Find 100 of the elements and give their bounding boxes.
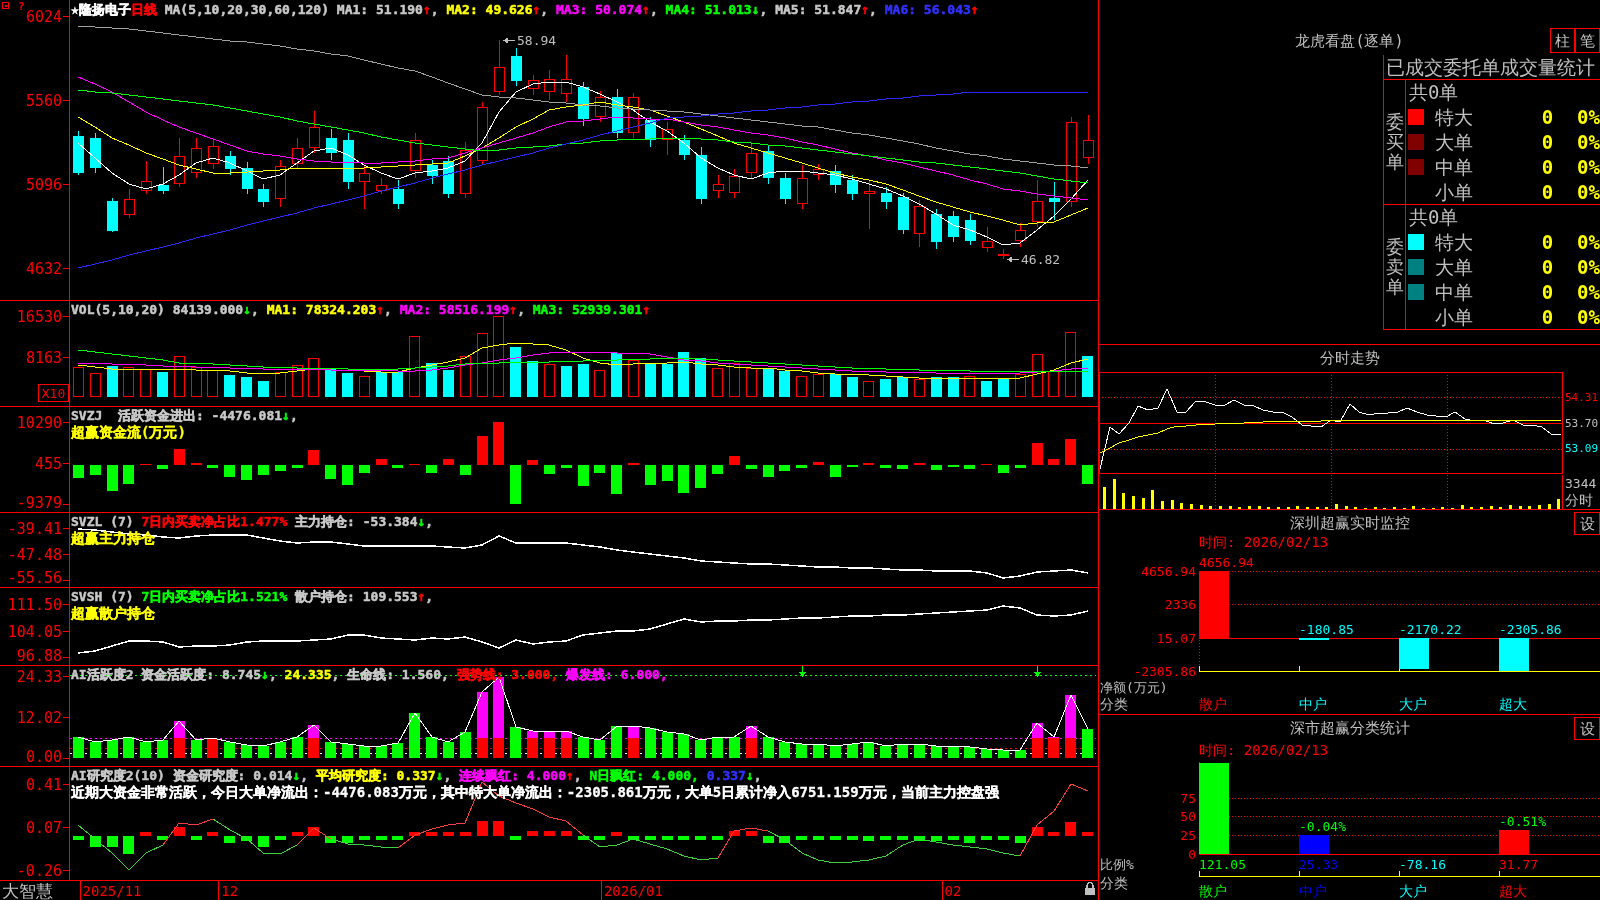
candlestick [427,159,438,185]
order-count: 0 [1541,305,1554,328]
indicator-bar [275,465,286,471]
order-percent: 0% [1577,255,1600,278]
timestamp: 时间: 2026/02/13 [1199,742,1329,758]
candlestick [881,186,892,210]
indicator-legend: SVSH (7) 7日内买卖净占比1.521% 散户持仓: 109.553↑, [71,589,434,604]
axis-label: 455 [34,454,62,473]
indicator-bar [1065,439,1076,465]
row-label: 大单 [1435,255,1473,278]
candlestick [998,248,1009,260]
candlestick [544,69,555,101]
axis-label: 2025/11 [82,882,142,899]
category-label: 中户 [1299,883,1327,899]
indicator-bar [1032,443,1043,465]
indicator-bar [510,465,521,504]
order-count: 0 [1541,130,1554,153]
indicator-bar [460,465,471,475]
order-percent: 0% [1577,155,1600,178]
help-mark: ? [18,0,25,13]
axis-label: 24.33 [16,667,62,686]
indicator-bar [594,465,605,473]
candlestick [645,116,656,148]
axis-label: -9379 [16,494,62,512]
indicator-bar [796,465,807,468]
group-label: 委卖单 [1385,237,1404,297]
indicator-bar [359,465,370,473]
axis-label: 5096 [25,175,62,194]
candlestick [780,172,791,205]
candlestick [393,179,404,210]
candlestick [292,137,303,170]
panel-title: 龙虎看盘(逐单) [1295,32,1404,50]
category-label: 散户 [1199,696,1227,712]
axis-label: 15.07 [1156,631,1196,646]
row-label: 小单 [1435,305,1473,328]
toggle-button[interactable]: 笔 [1575,28,1600,53]
axis-label: 104.05 [7,622,62,641]
value-label: -180.85 [1299,622,1354,637]
indicator-bar [998,465,1009,473]
axis-title: 比例% [1100,856,1134,872]
indicator-bar [241,465,252,480]
candlestick [174,137,185,188]
group-label: 委买单 [1385,112,1404,172]
candlestick [410,132,421,179]
square-icon [2,2,9,9]
axis-label: 4656.94 [1141,564,1196,579]
toggle-button[interactable]: 柱 [1550,28,1575,53]
axis-label: 111.50 [7,595,62,614]
candlestick [73,130,84,176]
axis-caption: 分时 [1565,492,1593,508]
candlestick [830,164,841,194]
candlestick [158,166,169,195]
candlestick [242,161,253,195]
order-count: 0 [1541,255,1554,278]
indicator-bar [443,459,454,465]
candlestick [628,92,639,139]
unit-label: X10 [38,384,69,402]
indicator-bar [527,460,538,465]
axis-label: 0.07 [25,818,62,837]
candlestick [191,137,202,179]
order-percent: 0% [1577,130,1600,153]
settings-button[interactable]: 设 [1574,512,1600,535]
indicator-bar [224,465,235,477]
indicator-bar [342,465,353,485]
row-label: 特大 [1435,230,1473,253]
candlestick [477,101,488,166]
value-label: 31.77 [1499,856,1539,872]
candlestick [326,128,337,161]
indicator-bar [392,465,403,468]
candlestick [982,226,993,253]
candlestick [864,179,875,230]
row-label: 小单 [1435,180,1473,203]
indicator-legend: AI研究度2(10) 资金研究度: 0.014↓, 平均研究度: 0.337↓, 连续飘红: 4.000↑, N日飘红: 4.000, 0.337↓, [71,768,762,783]
value-label: -78.16 [1399,856,1446,872]
indicator-bar [73,465,84,478]
indicator-bar [1082,465,1093,484]
candlestick [528,74,539,96]
candlestick [376,177,387,195]
indicator-bar [409,464,420,465]
indicator-bar [662,465,673,481]
value-label: -0.04% [1299,818,1346,834]
order-count: 0 [1541,180,1554,203]
row-label: 中单 [1435,280,1473,303]
candlestick [612,88,623,139]
indicator-bar [897,465,908,469]
axis-label: -39.41 [7,519,62,538]
indicator-bar [426,465,437,473]
indicator-bar [746,465,757,469]
order-percent: 0% [1577,105,1600,128]
candlestick [208,139,219,170]
axis-label: 75 [1180,791,1196,806]
value-label: 4656.94 [1199,554,1254,570]
value-label: -2305.86 [1499,622,1562,637]
indicator-bar [645,465,656,485]
axis-label: 0 [1188,847,1196,862]
settings-button[interactable]: 设 [1574,717,1600,740]
candlestick [1083,114,1094,165]
candlestick [275,159,286,208]
indicator-bar [493,422,504,465]
candlestick [729,168,740,199]
